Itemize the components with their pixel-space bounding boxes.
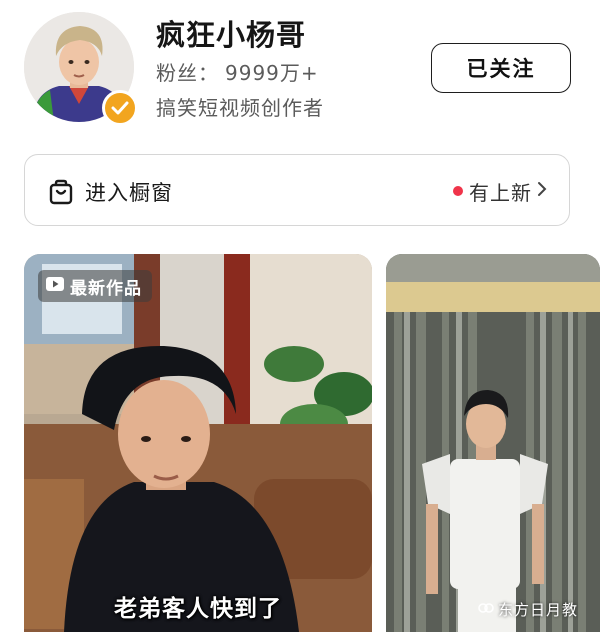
chevron-right-icon xyxy=(537,181,547,201)
source-watermark: 东方日月教 xyxy=(478,599,578,620)
shop-window-bar[interactable]: 进入橱窗 有上新 xyxy=(24,154,570,226)
profile-name: 疯狂小杨哥 xyxy=(156,18,307,52)
video-card-latest[interactable]: 最新作品 老弟客人快到了 xyxy=(24,254,372,632)
video-thumbnail xyxy=(24,254,372,632)
follow-button[interactable]: 已关注 xyxy=(431,43,571,93)
video-thumbnail xyxy=(386,254,600,632)
latest-work-tag: 最新作品 xyxy=(38,270,152,302)
fans-label: 粉丝： xyxy=(156,61,219,85)
verified-check-icon xyxy=(102,90,138,126)
fans-count: 粉丝： 9999万+ xyxy=(156,57,319,86)
profile-bio: 搞笑短视频创作者 xyxy=(156,96,324,120)
latest-work-label: 最新作品 xyxy=(70,278,142,299)
fans-number: 9999万+ xyxy=(225,61,319,85)
video-card-second[interactable] xyxy=(386,254,600,632)
video-caption: 老弟客人快到了 xyxy=(114,596,282,622)
watermark-logo-icon xyxy=(478,601,494,619)
video-play-icon xyxy=(46,276,64,296)
shop-window-label: 进入橱窗 xyxy=(85,181,173,205)
new-items-label: 有上新 xyxy=(469,181,532,205)
watermark-text: 东方日月教 xyxy=(498,601,579,619)
new-indicator-dot xyxy=(453,186,463,196)
shopping-bag-icon xyxy=(49,179,73,209)
